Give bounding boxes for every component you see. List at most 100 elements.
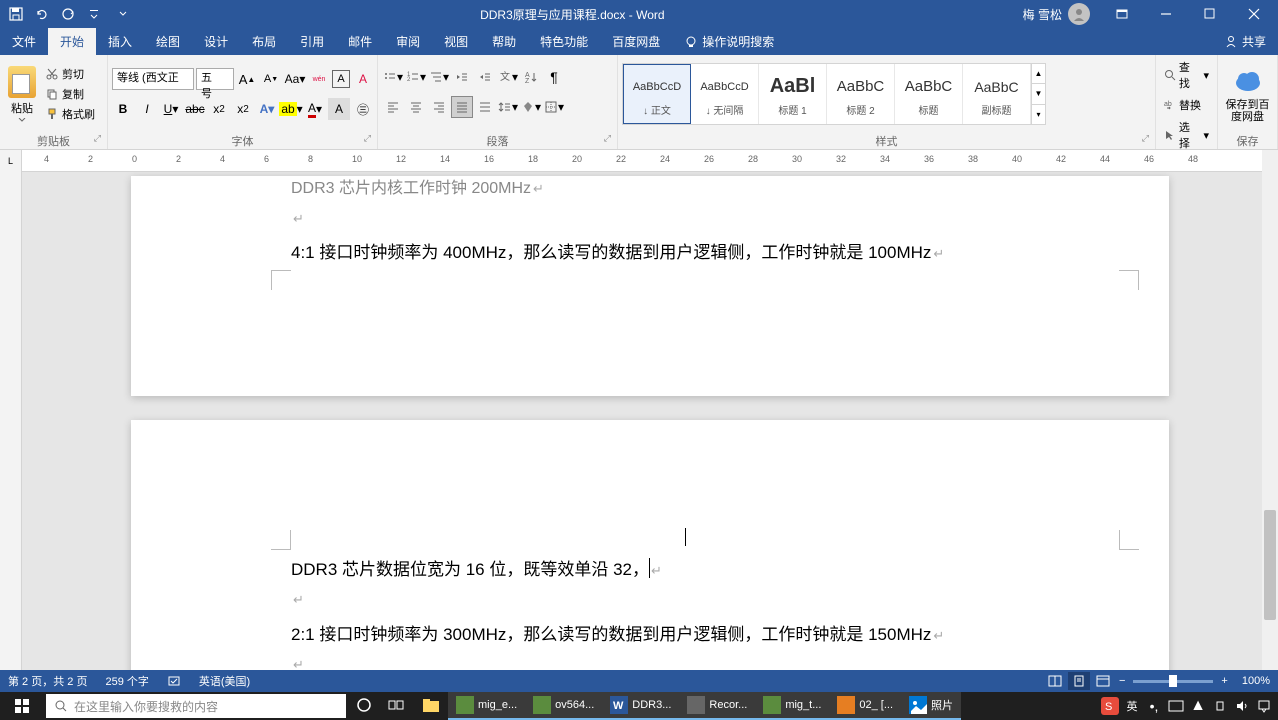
tray-volume-icon[interactable]	[1232, 696, 1252, 716]
menu-layout[interactable]: 布局	[240, 28, 288, 55]
task-app-recor[interactable]: Recor...	[679, 692, 755, 720]
shading-button[interactable]: ▾	[520, 96, 542, 118]
zoom-handle[interactable]	[1169, 675, 1177, 687]
superscript-button[interactable]: x2	[232, 98, 254, 120]
scrollbar-thumb[interactable]	[1264, 510, 1276, 620]
task-app-migt[interactable]: mig_t...	[755, 692, 829, 720]
menu-baidu[interactable]: 百度网盘	[600, 28, 672, 55]
cut-button[interactable]: 剪切	[44, 65, 97, 83]
style-subtitle[interactable]: AaBbC副标题	[963, 64, 1031, 124]
font-size-select[interactable]: 五号	[196, 68, 234, 90]
doc-line[interactable]: DDR3 芯片内核工作时钟 200MHz↵	[291, 176, 1009, 202]
tray-punct[interactable]: •,	[1144, 696, 1164, 716]
tray-keyboard[interactable]	[1166, 696, 1186, 716]
format-painter-button[interactable]: 格式刷	[44, 105, 97, 123]
change-case-button[interactable]: Aa▾	[284, 68, 306, 90]
zoom-slider[interactable]	[1133, 680, 1213, 683]
doc-line[interactable]: ↵	[291, 587, 1009, 613]
sort-button[interactable]: AZ	[520, 66, 542, 88]
style-heading1[interactable]: AaBl标题 1	[759, 64, 827, 124]
highlight-button[interactable]: ab▾	[280, 98, 302, 120]
font-color-button[interactable]: A▾	[304, 98, 326, 120]
status-language[interactable]: 英语(美国)	[199, 673, 250, 689]
strikethrough-button[interactable]: abc	[184, 98, 206, 120]
menu-mailings[interactable]: 邮件	[336, 28, 384, 55]
grow-font-button[interactable]: A▲	[236, 68, 258, 90]
document-scroll[interactable]: DDR3 芯片内核工作时钟 200MHz↵ ↵ 4:1 接口时钟频率为 400M…	[22, 172, 1278, 692]
status-page[interactable]: 第 2 页，共 2 页	[8, 673, 87, 689]
taskbar-search[interactable]: 在这里输入你要搜救的内容	[46, 694, 346, 718]
styles-scroll-down[interactable]: ▼	[1032, 84, 1045, 104]
menu-references[interactable]: 引用	[288, 28, 336, 55]
task-cortana[interactable]	[348, 692, 380, 720]
tray-ime[interactable]: S	[1100, 696, 1120, 716]
status-words[interactable]: 259 个字	[105, 673, 148, 689]
menu-review[interactable]: 审阅	[384, 28, 432, 55]
font-family-select[interactable]: 等线 (西文正	[112, 68, 194, 90]
borders-button[interactable]: ▾	[543, 96, 565, 118]
style-nospacing[interactable]: AaBbCcD↓ 无间隔	[691, 64, 759, 124]
maximize-button[interactable]	[1190, 0, 1230, 28]
start-button[interactable]	[0, 692, 44, 720]
char-shading-button[interactable]: A	[328, 98, 350, 120]
ribbon-display-button[interactable]	[1102, 0, 1142, 28]
find-button[interactable]: 查找▾	[1160, 57, 1213, 93]
zoom-out-button[interactable]: −	[1115, 675, 1129, 687]
status-proofing-icon[interactable]	[167, 674, 181, 688]
distribute-button[interactable]	[474, 96, 496, 118]
bold-button[interactable]: B	[112, 98, 134, 120]
numbering-button[interactable]: 12▾	[405, 66, 427, 88]
scrollbar-vertical[interactable]	[1262, 150, 1278, 692]
view-print-button[interactable]	[1068, 672, 1090, 690]
style-normal[interactable]: AaBbCcD↓ 正文	[623, 64, 691, 124]
justify-button[interactable]	[451, 96, 473, 118]
replace-button[interactable]: ab替换	[1160, 95, 1213, 115]
redo-button[interactable]	[56, 2, 80, 26]
view-read-button[interactable]	[1044, 672, 1066, 690]
doc-line[interactable]: 4:1 接口时钟频率为 400MHz，那么读写的数据到用户逻辑侧，工作时钟就是 …	[291, 239, 1009, 266]
decrease-indent-button[interactable]	[451, 66, 473, 88]
menu-view[interactable]: 视图	[432, 28, 480, 55]
task-app-word[interactable]: WDDR3...	[602, 692, 679, 720]
subscript-button[interactable]: x2	[208, 98, 230, 120]
undo-button[interactable]	[30, 2, 54, 26]
paste-button[interactable]: 粘贴	[4, 66, 40, 122]
italic-button[interactable]: I	[136, 98, 158, 120]
tell-me[interactable]: 操作说明搜索	[672, 28, 786, 55]
tray-notif-icon[interactable]	[1254, 696, 1274, 716]
text-effects-button[interactable]: A▾	[256, 98, 278, 120]
tray-up-icon[interactable]: ▲	[1188, 696, 1208, 716]
task-app-ov[interactable]: ov564...	[525, 692, 602, 720]
phonetic-guide-button[interactable]: wén	[308, 68, 330, 90]
clipboard-expand-icon[interactable]: ⤢	[94, 133, 101, 144]
tab-selector[interactable]: L	[0, 150, 22, 172]
task-app-02[interactable]: 02_ [...	[829, 692, 901, 720]
menu-insert[interactable]: 插入	[96, 28, 144, 55]
style-heading2[interactable]: AaBbC标题 2	[827, 64, 895, 124]
close-button[interactable]	[1234, 0, 1274, 28]
menu-file[interactable]: 文件	[0, 28, 48, 55]
para-expand-icon[interactable]: ⤢	[604, 133, 611, 144]
qat-dropdown[interactable]	[116, 2, 130, 26]
styles-scroll-up[interactable]: ▲	[1032, 64, 1045, 84]
menu-special[interactable]: 特色功能	[528, 28, 600, 55]
share-button[interactable]: 共享	[1212, 33, 1278, 50]
zoom-level[interactable]: 100%	[1242, 675, 1270, 687]
asian-layout-button[interactable]: 文▾	[497, 66, 519, 88]
menu-help[interactable]: 帮助	[480, 28, 528, 55]
underline-button[interactable]: U▾	[160, 98, 182, 120]
clear-formatting-button[interactable]: A	[352, 68, 374, 90]
task-app-photos[interactable]: 照片	[901, 692, 961, 720]
baidu-save-button[interactable]: 保存到百度网盘	[1222, 65, 1273, 123]
style-title[interactable]: AaBbC标题	[895, 64, 963, 124]
align-right-button[interactable]	[428, 96, 450, 118]
styles-expand-icon[interactable]: ⤢	[1142, 133, 1149, 144]
bullets-button[interactable]: ▾	[382, 66, 404, 88]
shrink-font-button[interactable]: A▼	[260, 68, 282, 90]
zoom-in-button[interactable]: +	[1217, 675, 1231, 687]
show-marks-button[interactable]: ¶	[543, 66, 565, 88]
doc-line[interactable]: ↵	[291, 206, 1009, 232]
tray-network-icon[interactable]	[1210, 696, 1230, 716]
line-spacing-button[interactable]: ▾	[497, 96, 519, 118]
align-center-button[interactable]	[405, 96, 427, 118]
